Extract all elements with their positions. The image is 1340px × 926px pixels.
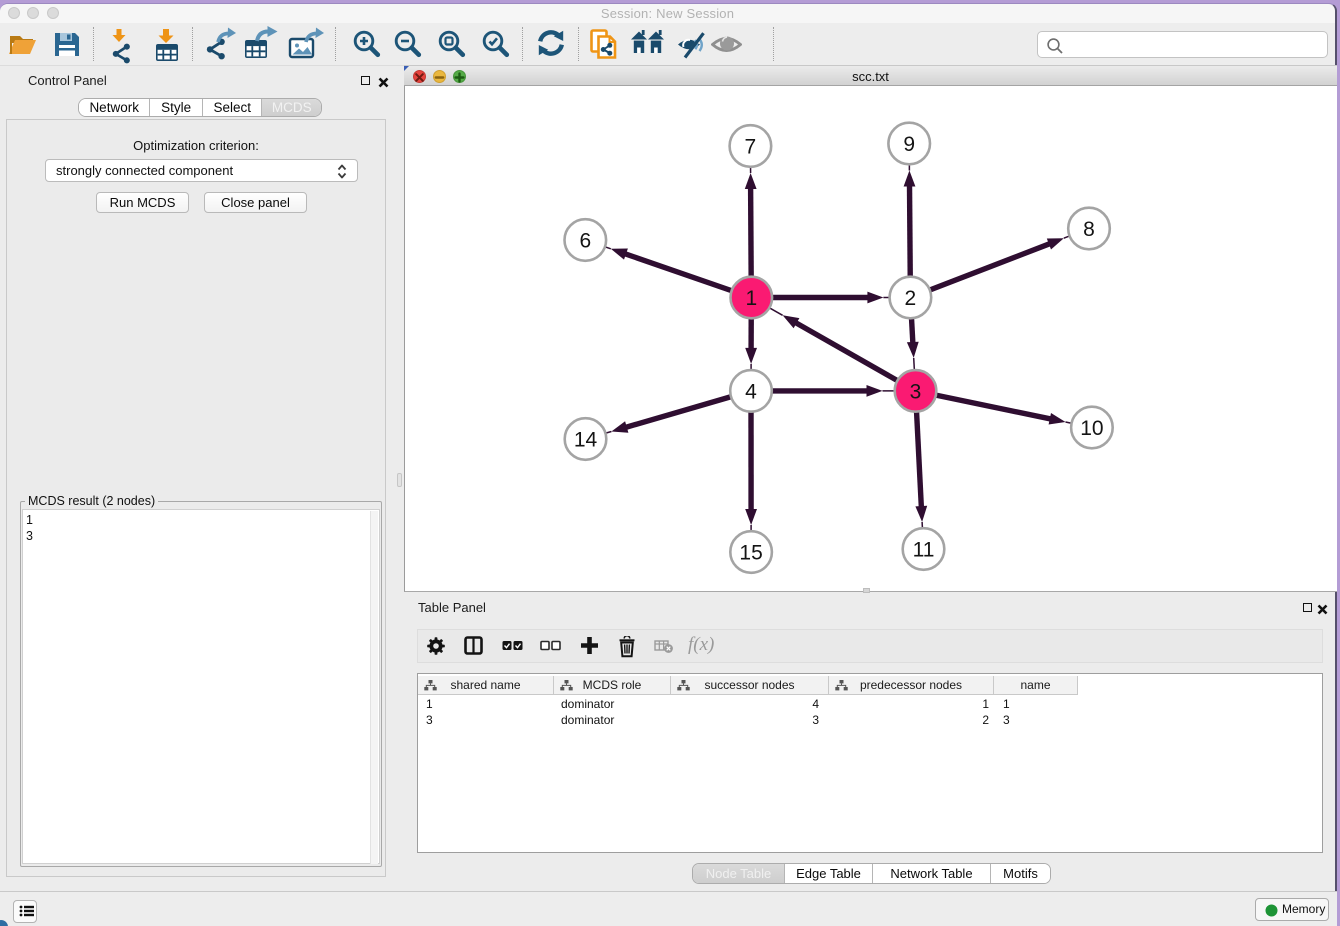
svg-text:8: 8	[1083, 218, 1095, 241]
svg-text:7: 7	[745, 136, 757, 159]
svg-text:10: 10	[1080, 417, 1103, 440]
svg-text:11: 11	[913, 539, 935, 562]
svg-text:1: 1	[745, 287, 757, 310]
svg-text:15: 15	[739, 542, 762, 565]
svg-text:14: 14	[574, 429, 598, 452]
svg-text:6: 6	[579, 230, 591, 253]
svg-text:2: 2	[905, 287, 917, 310]
svg-text:9: 9	[903, 133, 915, 156]
svg-text:3: 3	[910, 380, 922, 403]
svg-text:4: 4	[745, 380, 757, 403]
